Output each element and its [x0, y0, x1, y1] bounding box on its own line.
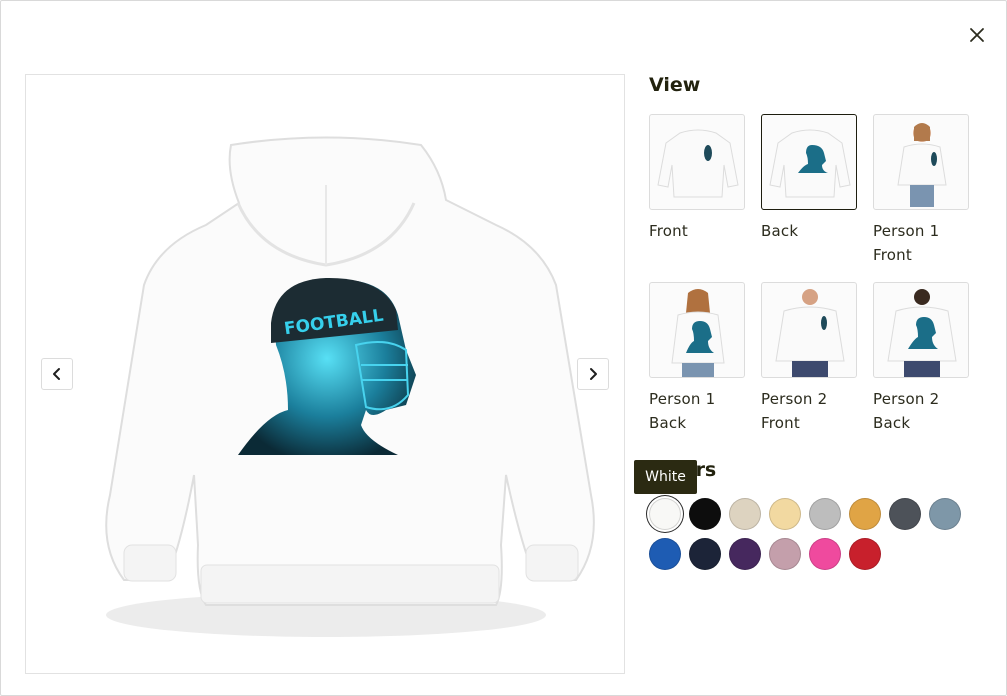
swatch-pink[interactable]	[809, 538, 841, 570]
chevron-right-icon	[590, 368, 597, 380]
swatch-white[interactable]	[649, 498, 681, 530]
thumb-person1-back[interactable]	[649, 282, 745, 378]
thumb-person2-front-image	[775, 289, 845, 377]
thumb-back[interactable]	[761, 114, 857, 210]
thumb-person2-back[interactable]	[873, 282, 969, 378]
swatch-sand[interactable]	[729, 498, 761, 530]
chevron-left-icon	[53, 368, 60, 380]
thumb-back-image	[769, 129, 851, 198]
view-heading: View	[649, 74, 701, 96]
thumb-front-image	[657, 129, 739, 198]
swatch-cream[interactable]	[769, 498, 801, 530]
swatch-red[interactable]	[849, 538, 881, 570]
swatch-slate-blue[interactable]	[929, 498, 961, 530]
thumb-person2-back-label: Person 2 Back	[873, 390, 940, 432]
color-tooltip: White	[634, 460, 697, 494]
main-product-image: FOOTBALL	[25, 74, 625, 674]
swatch-royal-blue[interactable]	[649, 538, 681, 570]
thumb-person1-front-label: Person 1 Front	[873, 222, 940, 264]
thumb-person2-front-label: Person 2 Front	[761, 390, 828, 432]
next-image-button[interactable]	[577, 358, 609, 390]
thumb-front[interactable]	[649, 114, 745, 210]
product-viewer-modal: FOOTBALL View Front Back Person 1 Front …	[0, 0, 1007, 696]
close-button[interactable]	[963, 21, 991, 49]
swatch-heather-grey[interactable]	[809, 498, 841, 530]
swatch-navy[interactable]	[689, 538, 721, 570]
previous-image-button[interactable]	[41, 358, 73, 390]
thumb-person2-back-image	[887, 289, 957, 377]
hoodie-back-image: FOOTBALL	[105, 136, 595, 637]
close-icon	[970, 28, 984, 42]
swatch-black[interactable]	[689, 498, 721, 530]
thumb-person1-back-label: Person 1 Back	[649, 390, 716, 432]
swatch-purple[interactable]	[729, 538, 761, 570]
thumb-person1-front[interactable]	[873, 114, 969, 210]
thumb-front-label: Front	[649, 222, 688, 240]
thumb-person1-front-image	[897, 123, 947, 207]
swatch-mauve[interactable]	[769, 538, 801, 570]
thumb-back-label: Back	[761, 222, 799, 240]
thumb-person1-back-image	[671, 289, 725, 377]
swatch-gold[interactable]	[849, 498, 881, 530]
swatch-charcoal-heather[interactable]	[889, 498, 921, 530]
thumb-person2-front[interactable]	[761, 282, 857, 378]
